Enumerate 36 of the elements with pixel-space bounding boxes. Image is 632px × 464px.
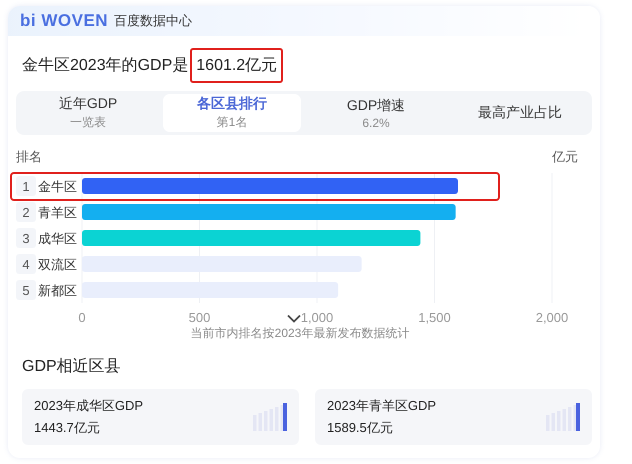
rank-number: 2 [22,205,30,220]
tick-label: 1,000 [300,310,334,325]
tab[interactable]: 最高产业占比 [451,94,589,132]
district-name: 青羊区 [38,205,77,220]
rank-number: 1 [22,179,30,194]
tab[interactable]: 各区县排行 第1名 [163,94,301,132]
district-name: 金牛区 [38,179,77,194]
axis-title: 排名 [16,149,42,164]
bar-chart-icon [546,403,580,431]
brand-name: 百度数据中心 [114,12,192,30]
tick-label: 2,000 [536,310,568,325]
headline: 金牛区2023年的GDP是 [22,56,188,76]
card-label: 2023年成华区GDP [34,397,144,415]
section-title: GDP相近区县 [22,358,121,375]
rank-number: 4 [22,257,30,272]
district-name: 双流区 [38,257,77,272]
rank-number: 5 [22,283,30,298]
card-label: 2023年青羊区GDP [327,397,438,415]
logo: bi WOVEN [20,11,108,31]
tab[interactable]: 近年GDP 一览表 [19,94,157,132]
footnote: 当前市内排名按2023年最新发布数据统计 [190,325,410,342]
tick-label: 1,500 [418,310,451,325]
card-value: 1443.7亿元 [34,419,101,437]
chevron-down-icon[interactable] [286,314,302,323]
district-name: 成华区 [38,231,77,246]
bar-chart-icon [253,403,287,431]
headline-value: 1601.2亿元 [190,48,284,83]
district-card[interactable]: 2023年青羊区GDP 1589.5亿元 [315,389,592,445]
district-card[interactable]: 2023年成华区GDP 1443.7亿元 [22,389,299,445]
unit-label: 亿元 [552,149,578,164]
card-value: 1589.5亿元 [327,419,394,437]
tick-label: 0 [78,310,86,325]
rank-number: 3 [22,231,30,246]
tab[interactable]: GDP增速 6.2% [307,94,445,132]
district-name: 新都区 [38,283,77,298]
tick-label: 500 [188,310,210,325]
